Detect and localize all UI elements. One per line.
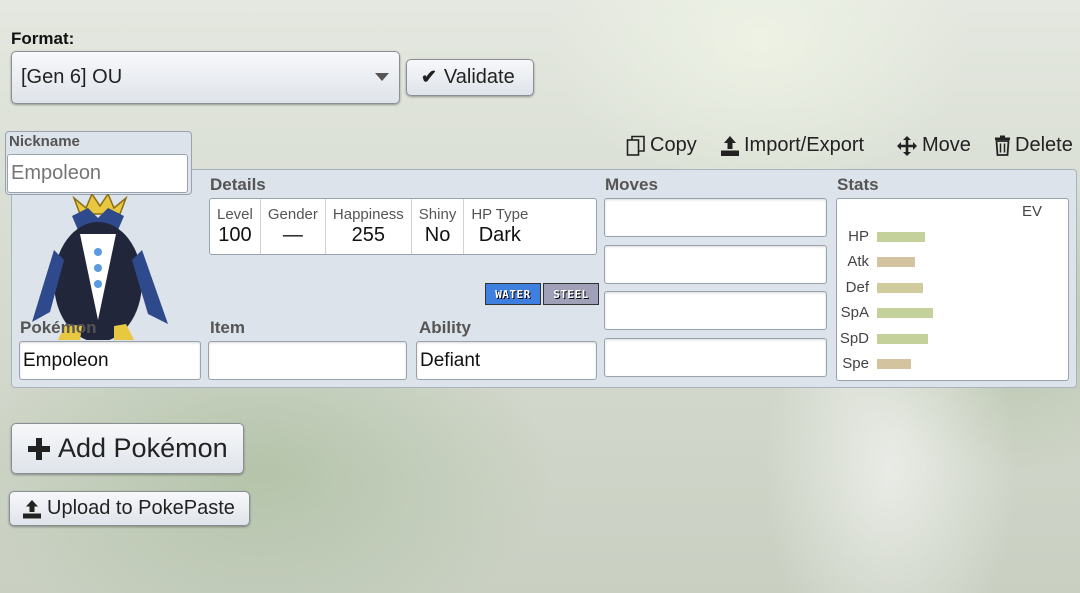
copy-button[interactable]: Copy: [626, 134, 697, 157]
details-label: Details: [210, 175, 266, 194]
move-1-input[interactable]: [604, 198, 827, 237]
upload-icon: [721, 135, 739, 156]
copy-icon: [626, 135, 645, 156]
format-selected: [Gen 6] OU: [21, 66, 123, 88]
format-select[interactable]: [Gen 6] OU: [11, 51, 400, 104]
stat-row-atk: Atk: [837, 252, 1067, 272]
upload-icon: [23, 499, 41, 518]
validate-button[interactable]: ✔ Validate: [406, 59, 534, 96]
pokemon-input[interactable]: Empoleon: [19, 341, 201, 380]
level-cell: Level 100: [210, 199, 261, 254]
ability-label: Ability: [419, 318, 471, 337]
shiny-value: No: [424, 224, 451, 246]
nickname-label: Nickname: [9, 133, 80, 150]
copy-label: Copy: [650, 134, 697, 156]
plus-icon: [28, 437, 50, 460]
checkmark-icon: ✔: [421, 67, 437, 88]
import-export-button[interactable]: Import/Export: [720, 134, 864, 157]
shiny-label: Shiny: [418, 206, 457, 223]
item-label: Item: [210, 318, 245, 337]
hptype-value: Dark: [478, 224, 521, 246]
move-4-input[interactable]: [604, 338, 827, 377]
stat-label: HP: [848, 228, 869, 245]
level-label: Level: [217, 206, 253, 223]
stat-label: SpD: [839, 329, 869, 347]
gender-cell: Gender —: [261, 199, 326, 254]
stat-bar: [877, 308, 933, 319]
ability-input[interactable]: Defiant: [416, 341, 597, 380]
chevron-down-icon: [375, 73, 389, 81]
move-icon: [897, 135, 917, 156]
stat-bar: [877, 257, 915, 268]
import-export-label: Import/Export: [744, 134, 865, 156]
stat-bar: [877, 359, 911, 369]
delete-button[interactable]: Delete: [994, 134, 1073, 157]
stat-bar: [877, 333, 928, 344]
trash-icon: [995, 135, 1010, 156]
shiny-cell: Shiny No: [412, 199, 465, 254]
moves-label: Moves: [605, 175, 658, 194]
gender-value: —: [282, 224, 303, 246]
stat-label: SpA: [840, 304, 869, 322]
level-value: 100: [218, 224, 252, 246]
move-label: Move: [922, 134, 971, 156]
happiness-value: 255: [351, 224, 386, 246]
stat-row-def: Def: [837, 278, 1067, 298]
add-pokemon-label: Add Pokémon: [58, 433, 228, 463]
nickname-input[interactable]: [7, 154, 188, 193]
stat-bar: [877, 282, 923, 293]
stat-row-spa: SpA: [837, 303, 1067, 323]
item-input[interactable]: [208, 341, 407, 380]
type-badge-steel: STEEL: [543, 283, 599, 305]
type-badge-water: WATER: [485, 283, 541, 305]
happiness-label: Happiness: [332, 206, 404, 223]
stats-label: Stats: [837, 175, 879, 194]
upload-pokepaste-button[interactable]: Upload to PokePaste: [9, 491, 250, 526]
stat-label: Def: [845, 278, 869, 296]
stat-bar: [877, 232, 925, 242]
move-2-input[interactable]: [604, 245, 827, 284]
add-pokemon-button[interactable]: Add Pokémon: [11, 423, 244, 474]
upload-pokepaste-label: Upload to PokePaste: [47, 497, 235, 519]
pokemon-label: Pokémon: [20, 318, 97, 337]
details-box[interactable]: Level 100 Gender — Happiness 255 Shiny N…: [209, 198, 597, 255]
format-label: Format:: [11, 29, 75, 48]
stat-row-spe: Spe: [837, 354, 1067, 374]
move-button[interactable]: Move: [896, 134, 971, 157]
type-badges: WATER STEEL: [485, 283, 599, 305]
stat-label: Atk: [847, 253, 869, 271]
stat-row-spd: SpD: [837, 329, 1067, 349]
stats-box[interactable]: EV HP Atk Def SpA SpD Spe: [836, 198, 1069, 381]
ev-header: EV: [1022, 203, 1043, 220]
stat-label: Spe: [842, 355, 869, 372]
gender-label: Gender: [267, 206, 318, 223]
hptype-label: HP Type: [471, 206, 529, 223]
validate-label: Validate: [443, 66, 515, 88]
delete-label: Delete: [1015, 134, 1073, 156]
happiness-cell: Happiness 255: [326, 199, 412, 254]
hptype-cell: HP Type Dark: [464, 199, 535, 254]
move-3-input[interactable]: [604, 291, 827, 330]
stat-row-hp: HP: [837, 227, 1067, 247]
